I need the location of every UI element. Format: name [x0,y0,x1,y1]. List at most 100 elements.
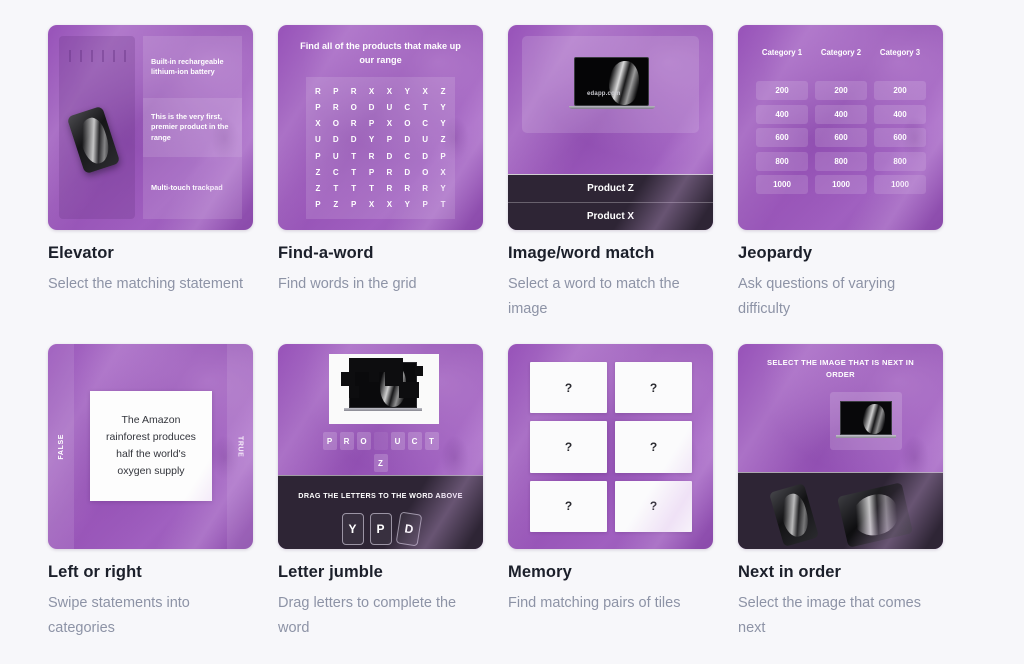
letter-jumble-draggable-tile[interactable]: P [369,513,392,545]
find-a-word-letter[interactable]: U [387,103,393,112]
memory-tile[interactable]: ? [530,480,607,532]
find-a-word-letter[interactable]: D [333,135,339,144]
memory-tile[interactable]: ? [615,421,692,473]
find-a-word-letter[interactable]: X [387,200,392,209]
find-a-word-letter[interactable]: P [369,168,374,177]
find-a-word-letter[interactable]: T [441,200,446,209]
memory-tile[interactable]: ? [530,362,607,414]
letter-jumble-draggable-tile[interactable]: D [395,511,422,547]
find-a-word-letter[interactable]: C [404,152,410,161]
memory-tile[interactable]: ? [615,480,692,532]
jeopardy-value-cell[interactable]: 200 [756,81,808,100]
find-a-word-letter[interactable]: X [387,119,392,128]
find-a-word-letter[interactable]: D [369,103,375,112]
jeopardy-value-cell[interactable]: 600 [874,128,926,147]
memory-tile[interactable]: ? [530,421,607,473]
letter-jumble-empty-slot[interactable] [373,432,388,450]
find-a-word-letter[interactable]: X [369,200,374,209]
left-or-right-thumbnail[interactable]: FALSE TRUE The Amazon rainforest produce… [48,344,253,549]
template-card-jeopardy[interactable]: Category 1 Category 2 Category 3 200 400 600 8… [738,25,943,322]
find-a-word-thumbnail[interactable]: Find all of the products that make up ou… [278,25,483,230]
template-card-elevator[interactable]: Built-in rechargeable lithium-ion batter… [48,25,253,322]
jeopardy-value-cell[interactable]: 800 [815,151,867,171]
find-a-word-letter[interactable]: Z [315,184,320,193]
find-a-word-letter[interactable]: T [333,184,338,193]
tablet-choice-image[interactable] [836,482,914,548]
image-word-match-thumbnail[interactable]: edapp.com Product Z Product X [508,25,713,230]
find-a-word-letter[interactable]: R [387,184,393,193]
jeopardy-value-cell[interactable]: 400 [756,104,808,124]
letter-jumble-filled-slot[interactable]: R [339,432,354,450]
jeopardy-value-cell[interactable]: 400 [815,104,867,124]
jeopardy-value-cell[interactable]: 400 [874,104,926,124]
find-a-word-letter[interactable]: R [369,152,375,161]
find-a-word-letter[interactable]: O [404,119,410,128]
find-a-word-letter[interactable]: T [351,152,356,161]
elevator-statement-row[interactable]: Built-in rechargeable lithium-ion batter… [143,36,242,98]
letter-jumble-filled-slot[interactable]: T [424,432,439,450]
find-a-word-letter[interactable]: X [387,87,392,96]
find-a-word-letter[interactable]: U [315,135,321,144]
template-card-image-word-match[interactable]: edapp.com Product Z Product X Image/word… [508,25,713,322]
letter-jumble-extra-slot[interactable]: Z [373,454,388,472]
elevator-thumbnail[interactable]: Built-in rechargeable lithium-ion batter… [48,25,253,230]
statement-card[interactable]: The Amazon rainforest produces half the … [90,391,212,501]
left-category-strip[interactable]: FALSE [48,344,74,549]
find-a-word-letter[interactable]: D [387,152,393,161]
find-a-word-letter[interactable]: P [423,200,428,209]
template-card-memory[interactable]: ?????? Memory Find matching pairs of til… [508,344,713,641]
memory-thumbnail[interactable]: ?????? [508,344,713,549]
find-a-word-letter[interactable]: P [315,200,320,209]
find-a-word-letter[interactable]: R [351,87,357,96]
find-a-word-letter[interactable]: C [422,119,428,128]
phone-choice-image[interactable] [768,483,820,547]
letter-jumble-filled-slot[interactable]: C [407,432,422,450]
find-a-word-letter[interactable]: U [422,135,428,144]
template-card-next-in-order[interactable]: SELECT THE IMAGE THAT IS NEXT IN ORDER N… [738,344,943,641]
image-word-match-option[interactable]: Product X [508,202,713,230]
find-a-word-letter[interactable]: U [333,152,339,161]
jeopardy-value-cell[interactable]: 800 [874,151,926,171]
find-a-word-letter[interactable]: Y [405,200,410,209]
jeopardy-value-cell[interactable]: 600 [756,128,808,147]
find-a-word-letter[interactable]: Y [440,103,445,112]
find-a-word-letter-grid[interactable]: RPRXXYXZPRODUCTYXORPXOCYUDDYPDUZPUTRDCDP… [306,77,455,219]
find-a-word-letter[interactable]: C [333,168,339,177]
find-a-word-letter[interactable]: R [422,184,428,193]
jeopardy-value-cell[interactable]: 200 [815,81,867,100]
find-a-word-letter[interactable]: R [387,168,393,177]
find-a-word-letter[interactable]: Z [441,87,446,96]
template-card-find-a-word[interactable]: Find all of the products that make up ou… [278,25,483,322]
jeopardy-value-cell[interactable]: 600 [815,128,867,147]
letter-jumble-tiles[interactable]: YPD [278,511,483,547]
find-a-word-letter[interactable]: P [315,103,320,112]
find-a-word-letter[interactable]: P [333,87,338,96]
find-a-word-letter[interactable]: Y [405,87,410,96]
find-a-word-letter[interactable]: P [387,135,392,144]
find-a-word-letter[interactable]: O [422,168,428,177]
find-a-word-letter[interactable]: O [333,119,339,128]
find-a-word-letter[interactable]: X [369,87,374,96]
letter-jumble-filled-slot[interactable]: U [390,432,405,450]
find-a-word-letter[interactable]: O [351,103,357,112]
next-in-order-thumbnail[interactable]: SELECT THE IMAGE THAT IS NEXT IN ORDER [738,344,943,549]
find-a-word-letter[interactable]: D [422,152,428,161]
memory-tile-grid[interactable]: ?????? [530,362,692,532]
letter-jumble-filled-slot[interactable]: O [356,432,371,450]
find-a-word-letter[interactable]: P [440,152,445,161]
find-a-word-letter[interactable]: D [404,135,410,144]
jeopardy-value-cell[interactable]: 1000 [815,175,867,194]
find-a-word-letter[interactable]: X [423,87,428,96]
find-a-word-letter[interactable]: R [404,184,410,193]
find-a-word-letter[interactable]: Y [440,184,445,193]
letter-jumble-thumbnail[interactable]: PROUCT Z DRAG THE LETTERS TO THE WORD AB… [278,344,483,549]
find-a-word-letter[interactable]: C [404,103,410,112]
find-a-word-letter[interactable]: Y [440,119,445,128]
template-card-left-or-right[interactable]: FALSE TRUE The Amazon rainforest produce… [48,344,253,641]
find-a-word-letter[interactable]: D [404,168,410,177]
find-a-word-letter[interactable]: P [315,152,320,161]
find-a-word-letter[interactable]: P [369,119,374,128]
find-a-word-letter[interactable]: T [351,184,356,193]
find-a-word-letter[interactable]: T [351,168,356,177]
jeopardy-value-cell[interactable]: 1000 [874,175,926,194]
